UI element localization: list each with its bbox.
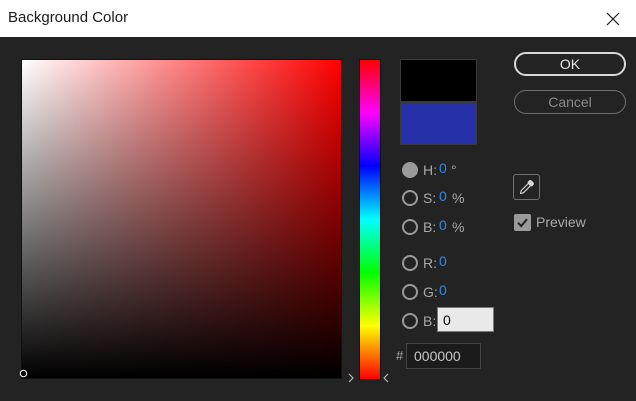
hue-slider-left-arrow-icon[interactable]	[348, 373, 354, 383]
blue-label: B:	[423, 313, 437, 329]
saturation-value[interactable]: 0	[439, 188, 447, 204]
window-title: Background Color	[8, 9, 129, 26]
saturation-brightness-field[interactable]	[21, 59, 342, 379]
preview-checkbox[interactable]	[514, 214, 531, 231]
blue-input[interactable]	[437, 307, 494, 332]
checkbox-checked-icon	[517, 218, 528, 228]
close-button[interactable]	[590, 0, 636, 37]
green-label: G:	[423, 284, 438, 300]
title-bar: Background Color	[0, 0, 636, 37]
hex-input[interactable]	[406, 343, 481, 369]
brightness-unit: %	[452, 219, 465, 235]
original-color-swatch[interactable]	[400, 102, 477, 145]
preview-label: Preview	[536, 214, 586, 230]
ok-button[interactable]: OK	[514, 52, 626, 76]
red-label: R:	[423, 255, 437, 271]
circle-cursor-icon[interactable]	[19, 369, 28, 378]
cancel-button[interactable]: Cancel	[514, 90, 626, 114]
red-value[interactable]: 0	[439, 253, 447, 269]
radio-brightness[interactable]	[402, 219, 418, 235]
close-icon	[606, 12, 620, 25]
radio-blue[interactable]	[402, 313, 418, 329]
hex-symbol: #	[396, 348, 404, 363]
eyedropper-icon	[519, 179, 534, 194]
new-color-swatch	[400, 59, 477, 102]
hue-unit: °	[451, 162, 457, 178]
radio-red[interactable]	[402, 255, 418, 271]
brightness-label: B:	[423, 219, 437, 235]
hue-slider[interactable]	[359, 59, 381, 380]
green-value[interactable]: 0	[439, 282, 447, 298]
saturation-label: S:	[423, 190, 437, 206]
eyedropper-button[interactable]	[513, 174, 540, 200]
hue-label: H:	[423, 162, 437, 178]
hue-value[interactable]: 0	[439, 160, 447, 176]
radio-green[interactable]	[402, 284, 418, 300]
brightness-value[interactable]: 0	[439, 217, 447, 233]
saturation-unit: %	[452, 190, 465, 206]
hue-slider-right-arrow-icon[interactable]	[383, 373, 389, 383]
radio-hue[interactable]	[402, 162, 418, 178]
radio-saturation[interactable]	[402, 190, 418, 206]
